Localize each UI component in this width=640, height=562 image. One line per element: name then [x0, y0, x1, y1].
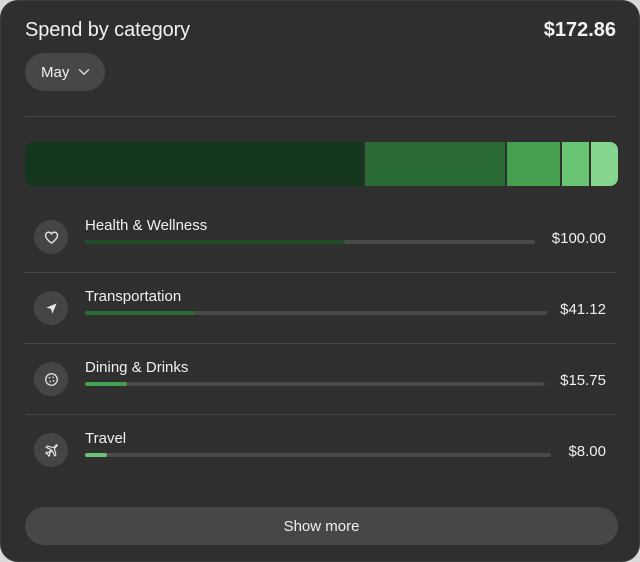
- category-icon-container: [34, 220, 68, 254]
- category-label: Transportation: [85, 288, 182, 305]
- month-dropdown-label: May: [41, 63, 70, 81]
- header-divider: [25, 116, 616, 117]
- category-amount: $100.00: [551, 230, 606, 247]
- category-progress-fill: [85, 382, 127, 386]
- category-label: Health & Wellness: [85, 217, 208, 234]
- category-icon-container: [34, 362, 68, 396]
- category-progress-fill: [85, 311, 195, 315]
- show-more-button[interactable]: Show more: [25, 507, 618, 545]
- category-row-travel[interactable]: Travel $8.00: [25, 415, 616, 485]
- category-amount: $15.75: [560, 372, 606, 389]
- heart-icon: [44, 231, 58, 244]
- category-progress-track: [85, 382, 545, 386]
- category-progress-track: [85, 453, 551, 457]
- stack-segment-health: [25, 142, 364, 186]
- category-icon-container: [34, 433, 68, 467]
- category-amount: $8.00: [568, 443, 606, 460]
- stack-segment-travel: [561, 142, 589, 186]
- card-title: Spend by category: [25, 19, 191, 41]
- category-progress-fill: [85, 240, 346, 244]
- category-stacked-bar: [25, 142, 618, 186]
- total-amount: $172.86: [543, 19, 616, 41]
- navigation-arrow-icon: [45, 302, 57, 314]
- category-label: Travel: [85, 430, 127, 447]
- month-dropdown[interactable]: May: [25, 53, 106, 91]
- airplane-icon: [44, 443, 58, 457]
- cookie-icon: [44, 372, 58, 386]
- stack-segment-dining: [506, 142, 560, 186]
- category-label: Dining & Drinks: [85, 359, 189, 376]
- category-row-health[interactable]: Health & Wellness $100.00: [25, 202, 616, 272]
- category-icon-container: [34, 291, 68, 325]
- category-progress-fill: [85, 453, 107, 457]
- category-row-transportation[interactable]: Transportation $41.12: [25, 273, 616, 343]
- stack-segment-transport: [365, 142, 505, 186]
- category-progress-track: [85, 240, 535, 244]
- chevron-down-icon: [79, 69, 90, 75]
- spend-by-category-card: Spend by category $172.86 May Health & W…: [0, 0, 640, 562]
- category-row-dining[interactable]: Dining & Drinks $15.75: [25, 344, 616, 414]
- category-progress-track: [85, 311, 547, 315]
- stack-segment-other: [590, 142, 618, 186]
- category-amount: $41.12: [560, 301, 606, 318]
